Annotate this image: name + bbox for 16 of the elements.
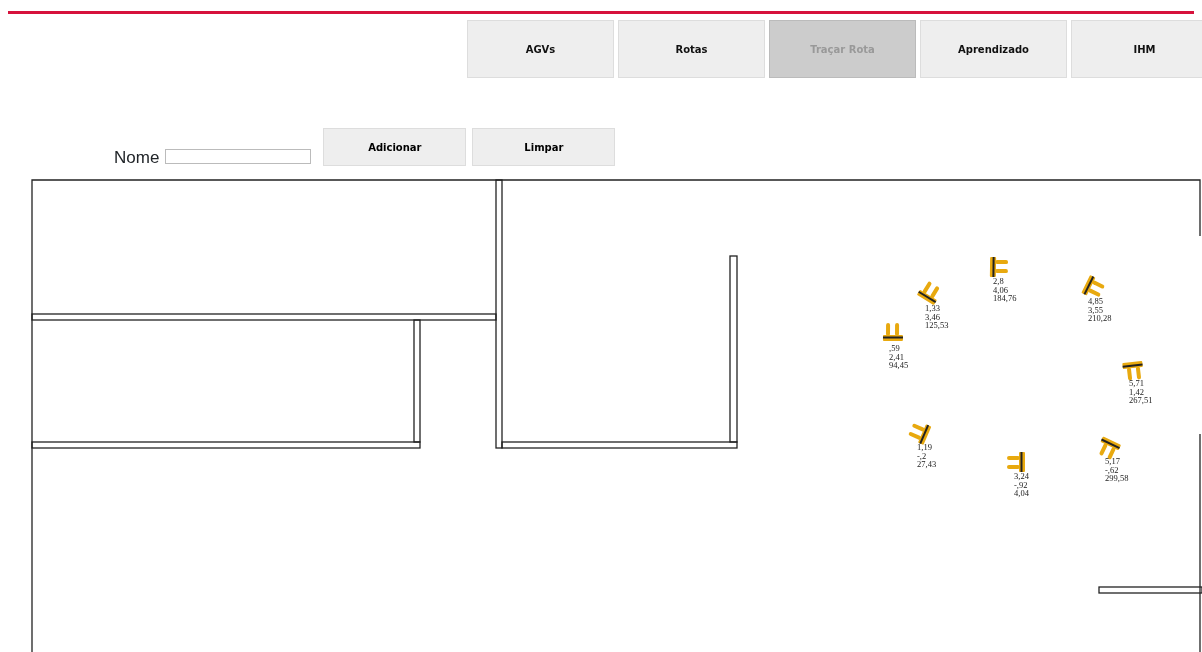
tab[interactable]: AGVs: [467, 20, 614, 78]
agv-coordinates: 3,24 -,92 4,04: [1014, 472, 1029, 498]
agv-coordinates: 5,71 1,42 267,51: [1129, 379, 1153, 405]
agv-coordinates: 4,85 3,55 210,28: [1088, 297, 1112, 323]
tab[interactable]: Rotas: [618, 20, 765, 78]
clear-button[interactable]: Limpar: [472, 128, 616, 166]
agv-coordinates: 1,19 -,2 27,43: [917, 443, 937, 469]
name-label: Nome: [114, 149, 160, 166]
agv-coordinates: 5,17 -,62 299,58: [1105, 457, 1129, 483]
agv-coordinates: ,59 2,41 94,45: [889, 344, 909, 370]
tab[interactable]: IHM: [1071, 20, 1202, 78]
agv-coordinates: 2,8 4,06 184,76: [993, 277, 1017, 303]
tab[interactable]: Aprendizado: [920, 20, 1067, 78]
name-field[interactable]: [165, 149, 312, 164]
agv-coordinates: 1,33 3,46 125,53: [925, 304, 949, 330]
add-button[interactable]: Adicionar: [323, 128, 467, 166]
